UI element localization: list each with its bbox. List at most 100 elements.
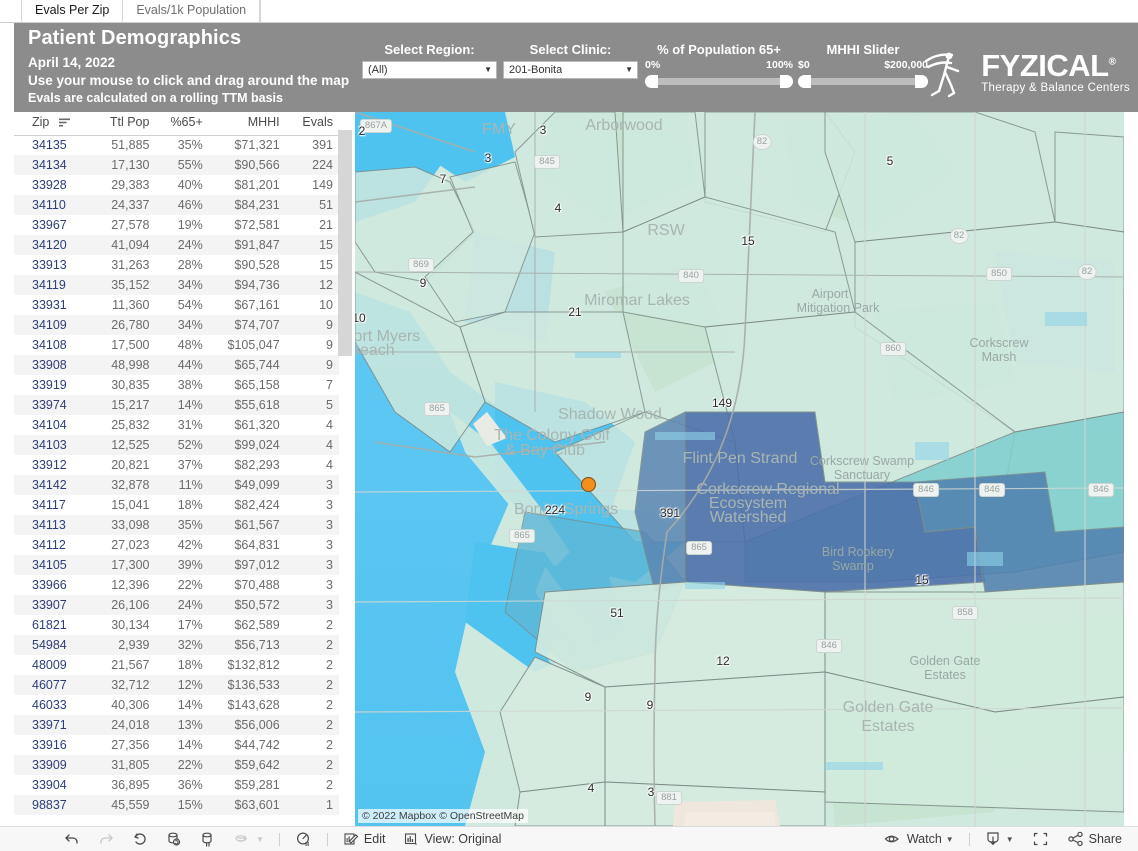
alerts-button[interactable]: ▼ [225,827,273,851]
column-header-evals[interactable]: Evals [285,112,339,136]
choropleth-map[interactable]: Arborwood FMY RSW Miromar Lakes Airport Mitig… [355,112,1124,826]
pop65-slider[interactable]: 0% 100% [645,59,793,88]
cell-zip: 34112 [32,538,66,553]
table-row[interactable]: 34112 27,023 42% $64,831 3 [14,535,339,555]
cell-ttl-pop: 27,356 [111,738,150,753]
tableau-dashboard: Evals Per Zip Evals/1k Population Patien… [0,0,1138,851]
view-button[interactable]: View: Original [394,827,510,851]
cell-evals: 12 [285,275,339,296]
table-row[interactable]: 33912 20,821 37% $82,293 4 [14,455,339,475]
table-row[interactable]: 33966 12,396 22% $70,488 3 [14,575,339,595]
table-row[interactable]: 46077 32,712 12% $136,533 2 [14,675,339,696]
column-header-pct65[interactable]: %65+ [155,112,209,136]
table-row[interactable]: 98837 45,559 15% $63,601 1 [14,795,339,816]
sort-descending-icon[interactable] [58,116,70,130]
table-row[interactable]: 34113 33,098 35% $61,567 3 [14,515,339,536]
clinic-select[interactable]: 201-Bonita ▼ [503,61,638,79]
table-row[interactable]: 33919 30,835 38% $65,158 7 [14,375,339,395]
cell-ttl-pop: 15,041 [111,498,150,513]
watch-button[interactable]: Watch ▼ [875,827,963,851]
table-row[interactable]: 33916 27,356 14% $44,742 2 [14,735,339,755]
redo-button[interactable] [89,827,123,851]
table-row[interactable]: 34108 17,500 48% $105,047 9 [14,335,339,355]
table-row[interactable]: 34135 51,885 35% $71,321 391 [14,135,339,155]
table-row[interactable]: 33928 29,383 40% $81,201 149 [14,175,339,195]
table-row[interactable]: 33967 27,578 19% $72,581 21 [14,215,339,235]
mhhi-slider-track[interactable] [798,75,928,88]
cell-evals: 3 [326,578,333,593]
dashboard-header: Patient Demographics April 14, 2022 Use … [14,23,1138,112]
table-row[interactable]: 33908 48,998 44% $65,744 9 [14,355,339,376]
table-row[interactable]: 34104 25,832 31% $61,320 4 [14,415,339,435]
table-row[interactable]: 33931 11,360 54% $67,161 10 [14,295,339,315]
cell-zip: 61821 [32,618,67,633]
alerts-caret-icon[interactable]: ▼ [256,835,264,844]
fullscreen-button[interactable] [1023,827,1058,851]
chevron-down-icon: ▼ [625,65,633,74]
refresh-data-button[interactable] [157,827,191,851]
dashboard-performance-button[interactable] [286,827,321,851]
table-row[interactable]: 33904 36,895 36% $59,281 2 [14,775,339,795]
table-row[interactable]: 34119 35,152 34% $94,736 12 [14,275,339,296]
pop65-max-label: 100% [766,59,793,71]
share-button[interactable]: Share [1058,827,1138,851]
table-row[interactable]: 33974 15,217 14% $55,618 5 [14,395,339,416]
table-row[interactable]: 33909 31,805 22% $59,642 2 [14,755,339,776]
table-row[interactable]: 61821 30,134 17% $62,589 2 [14,615,339,635]
column-header-mhhi[interactable]: MHHI [208,112,286,136]
cell-evals: 391 [312,138,333,153]
pop65-slider-max-handle[interactable] [780,75,793,88]
tab-evals-per-zip[interactable]: Evals Per Zip [22,0,124,22]
cell-ttl-pop: 26,106 [87,595,156,616]
pause-auto-update-button[interactable] [191,827,225,851]
table-row[interactable]: 34142 32,878 11% $49,099 3 [14,475,339,496]
download-caret-icon[interactable]: ▼ [1006,835,1014,844]
mhhi-slider[interactable]: $0 $200,000 [798,59,928,88]
cell-ttl-pop: 17,500 [111,338,150,353]
table-row[interactable]: 48009 21,567 18% $132,812 2 [14,655,339,675]
table-row[interactable]: 34117 15,041 18% $82,424 3 [14,495,339,515]
cell-ttl-pop: 27,578 [111,218,150,233]
cell-ttl-pop: 30,134 [111,618,150,633]
column-header-zip[interactable]: Zip [14,112,88,136]
table-row[interactable]: 33971 24,018 13% $56,006 2 [14,715,339,736]
table-row[interactable]: 33907 26,106 24% $50,572 3 [14,595,339,616]
download-button[interactable]: ▼ [976,827,1023,851]
table-row[interactable]: 46033 40,306 14% $143,628 2 [14,695,339,715]
cell-zip: 48009 [32,658,67,673]
clinic-location-marker[interactable] [581,477,596,492]
table-row[interactable]: 33913 31,263 28% $90,528 15 [14,255,339,275]
cell-ttl-pop: 36,895 [111,778,150,793]
pop65-slider-min-handle[interactable] [645,75,658,88]
table-row[interactable]: 34120 41,094 24% $91,847 15 [14,235,339,256]
cell-evals: 9 [326,338,333,353]
tab-evals-per-1k-population[interactable]: Evals/1k Population [123,0,261,22]
table-row[interactable]: 54984 2,939 32% $56,713 2 [14,635,339,656]
pop65-slider-track[interactable] [645,75,793,88]
table-header-row: Zip Ttl Pop %65+ MHHI Evals [14,112,339,136]
column-header-ttl-pop[interactable]: Ttl Pop [87,112,156,136]
edit-button[interactable]: Edit [334,827,395,851]
cell-ttl-pop: 35,152 [87,275,156,296]
table-row[interactable]: 34109 26,780 34% $74,707 9 [14,315,339,336]
table-row[interactable]: 34134 17,130 55% $90,566 224 [14,155,339,176]
cell-zip: 33931 [32,298,67,313]
revert-button[interactable] [123,827,157,851]
cell-ttl-pop: 32,878 [87,475,156,496]
table-row[interactable]: 34103 12,525 52% $99,024 4 [14,435,339,456]
mhhi-slider-min-handle[interactable] [798,75,811,88]
cell-evals: 2 [326,778,333,793]
table-row[interactable]: 34105 17,300 39% $97,012 3 [14,555,339,576]
table-vertical-scrollbar[interactable] [338,130,352,356]
cell-mhhi: $56,713 [208,635,286,656]
cell-ttl-pop: 12,396 [111,578,150,593]
cell-evals: 9 [285,355,339,376]
table-row[interactable]: 34110 24,337 46% $84,231 51 [14,195,339,216]
cell-mhhi: $82,424 [234,498,280,513]
cell-mhhi: $61,567 [208,515,286,536]
region-select[interactable]: (All) ▼ [362,61,497,79]
watch-caret-icon[interactable]: ▼ [946,835,954,844]
undo-button[interactable] [55,827,89,851]
cell-mhhi: $90,566 [208,155,286,176]
mhhi-min-label: $0 [798,59,810,71]
